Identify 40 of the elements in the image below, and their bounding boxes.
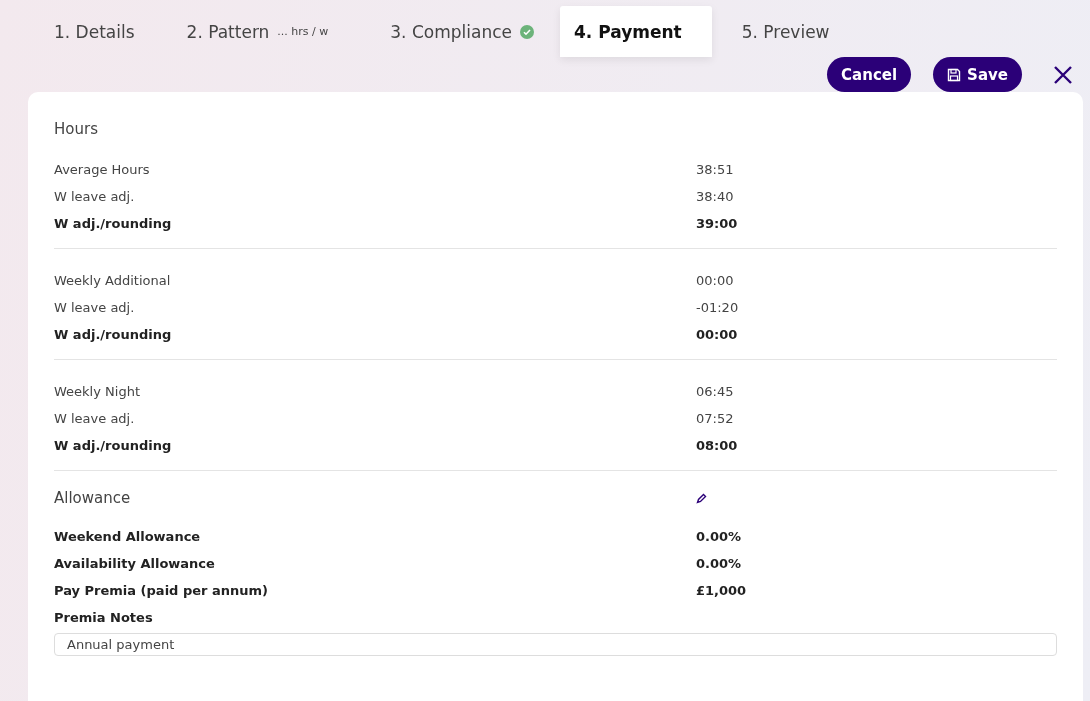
- row-value: 08:00: [696, 438, 739, 453]
- row-value: 06:45: [696, 384, 735, 399]
- step-tab[interactable]: 3. Compliance: [364, 6, 560, 57]
- row-label: Average Hours: [54, 162, 151, 177]
- step-tab[interactable]: 2. Pattern ... hrs / w: [160, 6, 355, 57]
- row-value: 00:00: [696, 327, 739, 342]
- cancel-button[interactable]: Cancel: [827, 57, 912, 92]
- row-label: Weekly Additional: [54, 273, 172, 288]
- row-label: W leave adj.: [54, 411, 136, 426]
- row-label: W leave adj.: [54, 300, 136, 315]
- row-value: 07:52: [696, 411, 735, 426]
- row-value: 38:51: [696, 162, 735, 177]
- notes-label: Premia Notes: [54, 609, 154, 627]
- step-tab[interactable]: 1. Details: [28, 6, 161, 57]
- step-tab[interactable]: 4. Payment: [560, 6, 712, 57]
- row-value: 38:40: [696, 189, 735, 204]
- pencil-icon[interactable]: [696, 492, 707, 504]
- close-icon: [1052, 63, 1074, 86]
- row-value: 39:00: [696, 216, 739, 231]
- save-icon: [947, 67, 962, 82]
- row-label: W adj./rounding: [54, 438, 173, 453]
- row-value: 0.00%: [696, 556, 743, 571]
- row-label: W leave adj.: [54, 189, 136, 204]
- notes-field[interactable]: Annual payment: [54, 633, 1057, 656]
- row-label: W adj./rounding: [54, 216, 173, 231]
- row-label: Availability Allowance: [54, 556, 216, 571]
- section-title: Allowance: [54, 489, 132, 507]
- section-title: Hours: [54, 120, 99, 138]
- tab-hint: ... hrs / w: [277, 25, 329, 38]
- row-value: 00:00: [696, 273, 735, 288]
- row-label: Pay Premia (paid per annum): [54, 583, 269, 598]
- row-label: W adj./rounding: [54, 327, 173, 342]
- row-label: Weekend Allowance: [54, 529, 202, 544]
- row-label: Weekly Night: [54, 384, 141, 399]
- row-value: 0.00%: [696, 529, 743, 544]
- row-value: -01:20: [696, 300, 740, 315]
- close-button[interactable]: [1052, 63, 1074, 86]
- step-tab[interactable]: 5. Preview: [715, 6, 856, 57]
- row-value: £1,000: [696, 583, 748, 598]
- save-button[interactable]: Save: [933, 57, 1022, 92]
